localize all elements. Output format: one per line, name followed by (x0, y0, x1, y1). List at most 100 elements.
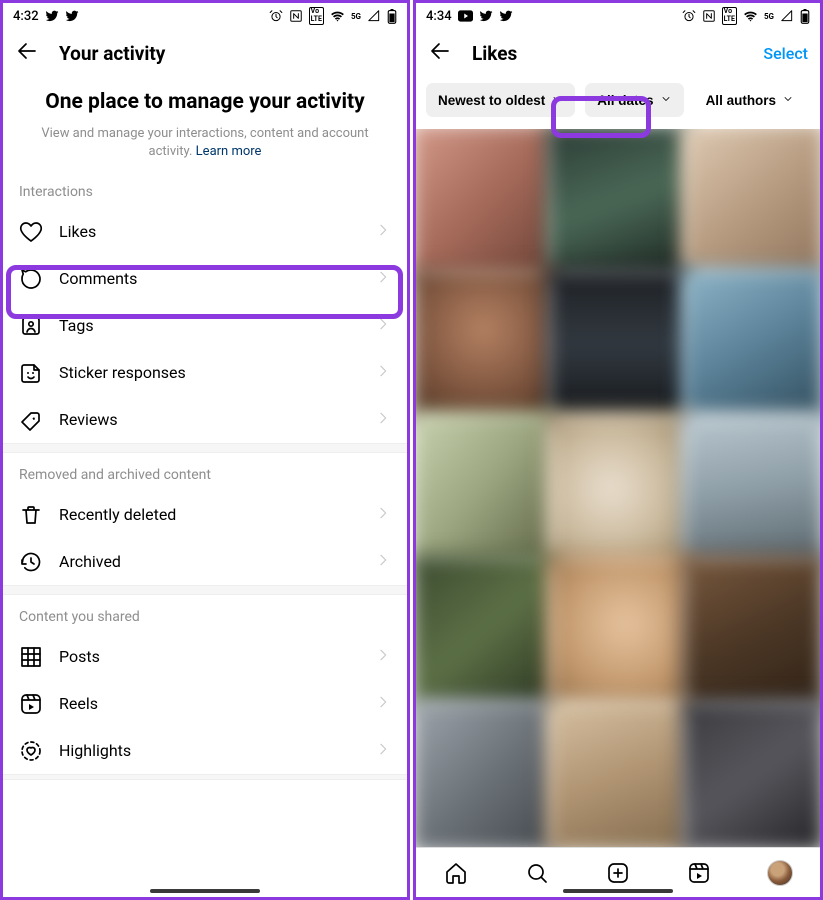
grid-item[interactable] (546, 699, 689, 847)
grid-item[interactable] (681, 699, 820, 847)
avatar (767, 860, 793, 886)
tag-icon (19, 314, 43, 338)
row-label: Comments (59, 269, 359, 288)
volte-icon: VoLTE (722, 7, 737, 24)
alarm-icon (269, 9, 283, 23)
back-arrow-icon[interactable] (428, 39, 452, 67)
grid-item[interactable] (416, 412, 555, 565)
network-icon: 5G (764, 12, 774, 21)
intro-title: One place to manage your activity (29, 89, 381, 115)
twitter-icon (479, 9, 493, 23)
twitter-icon (499, 9, 513, 23)
chevron-down-icon (551, 93, 563, 108)
row-reviews[interactable]: Reviews (3, 396, 407, 443)
home-indicator (563, 889, 673, 893)
filter-sort[interactable]: Newest to oldest (426, 83, 575, 117)
network-icon: 5G (351, 12, 361, 21)
chevron-down-icon (660, 93, 672, 108)
grid-item[interactable] (681, 129, 820, 277)
grid-item[interactable] (546, 555, 689, 708)
status-time: 4:34 (426, 9, 452, 24)
grid-item[interactable] (546, 412, 689, 565)
section-interactions-label: Interactions (3, 170, 407, 208)
comment-icon (19, 267, 43, 291)
row-label: Sticker responses (59, 363, 359, 382)
row-reels[interactable]: Reels (3, 680, 407, 727)
intro-block: One place to manage your activity View a… (3, 77, 407, 170)
likes-grid[interactable] (416, 129, 820, 847)
select-action[interactable]: Select (763, 44, 808, 63)
page-title: Likes (472, 42, 517, 65)
chevron-right-icon (375, 552, 391, 572)
filter-authors[interactable]: All authors (694, 83, 807, 117)
archive-icon (19, 550, 43, 574)
chevron-right-icon (375, 222, 391, 242)
section-removed-label: Removed and archived content (3, 453, 407, 491)
chevron-down-icon (782, 93, 794, 108)
sticker-icon (19, 361, 43, 385)
grid-item[interactable] (416, 129, 555, 277)
phone-likes: 4:34 VoLTE 5G Likes Select Newest to old… (413, 0, 823, 900)
grid-item[interactable] (416, 555, 555, 708)
grid-item[interactable] (681, 555, 820, 708)
chevron-right-icon (375, 316, 391, 336)
grid-item[interactable] (681, 412, 820, 565)
status-bar: 4:34 VoLTE 5G (416, 3, 820, 29)
filter-dates[interactable]: All dates (585, 83, 683, 117)
section-shared-label: Content you shared (3, 595, 407, 633)
learn-more-link[interactable]: Learn more (196, 144, 262, 159)
row-highlights[interactable]: Highlights (3, 727, 407, 774)
battery-icon (800, 9, 810, 24)
volte-icon: VoLTE (309, 7, 324, 24)
phone-your-activity: 4:32 VoLTE 5G Your activity One place to… (0, 0, 410, 900)
status-time: 4:32 (13, 9, 39, 24)
intro-subtitle: View and manage your interactions, conte… (29, 125, 381, 160)
row-comments[interactable]: Comments (3, 255, 407, 302)
row-label: Posts (59, 647, 359, 666)
chevron-right-icon (375, 363, 391, 383)
row-posts[interactable]: Posts (3, 633, 407, 680)
row-label: Reviews (59, 410, 359, 429)
nav-reels[interactable] (686, 860, 712, 886)
row-stickers[interactable]: Sticker responses (3, 349, 407, 396)
chevron-right-icon (375, 694, 391, 714)
row-label: Likes (59, 222, 359, 241)
chevron-right-icon (375, 269, 391, 289)
grid-icon (19, 645, 43, 669)
twitter-icon (65, 9, 79, 23)
section-divider (3, 585, 407, 595)
row-likes[interactable]: Likes (3, 208, 407, 255)
row-tags[interactable]: Tags (3, 302, 407, 349)
highlights-icon (19, 739, 43, 763)
page-title: Your activity (59, 42, 165, 65)
nav-home[interactable] (443, 860, 469, 886)
grid-item[interactable] (681, 268, 820, 421)
trash-icon (19, 503, 43, 527)
nav-search[interactable] (524, 860, 550, 886)
wifi-icon (330, 9, 345, 24)
signal-icon (367, 9, 381, 23)
grid-item[interactable] (546, 129, 689, 277)
back-arrow-icon[interactable] (15, 39, 39, 67)
status-bar: 4:32 VoLTE 5G (3, 3, 407, 29)
nfc-icon (702, 9, 716, 23)
grid-item[interactable] (416, 268, 555, 421)
row-label: Reels (59, 694, 359, 713)
youtube-icon (458, 10, 473, 22)
grid-item[interactable] (546, 268, 689, 421)
chevron-right-icon (375, 647, 391, 667)
wifi-icon (743, 9, 758, 24)
grid-item[interactable] (416, 699, 555, 847)
row-label: Archived (59, 552, 359, 571)
section-divider (3, 774, 407, 780)
row-label: Tags (59, 316, 359, 335)
nav-profile[interactable] (767, 860, 793, 886)
row-archived[interactable]: Archived (3, 538, 407, 585)
row-recently-deleted[interactable]: Recently deleted (3, 491, 407, 538)
signal-icon (780, 9, 794, 23)
battery-icon (387, 9, 397, 24)
heart-icon (19, 220, 43, 244)
nfc-icon (289, 9, 303, 23)
chevron-right-icon (375, 410, 391, 430)
nav-add[interactable] (605, 860, 631, 886)
